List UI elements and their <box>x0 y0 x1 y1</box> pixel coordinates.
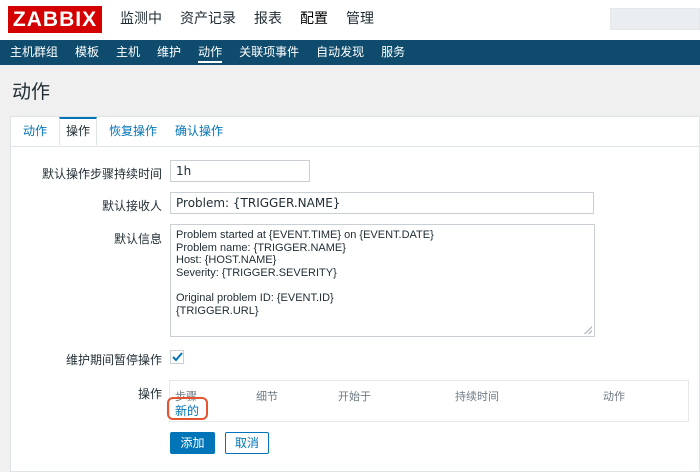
sub-menu-bar: 主机群组 模板 主机 维护 动作 关联项事件 自动发现 服务 <box>0 40 700 65</box>
cancel-button[interactable]: 取消 <box>225 432 269 454</box>
main-menu-configuration[interactable]: 配置 <box>300 9 328 29</box>
tab-acknowledge-operations[interactable]: 确认操作 <box>169 117 229 147</box>
resize-grip-icon[interactable] <box>584 326 592 334</box>
sub-menu-hosts[interactable]: 主机 <box>116 40 140 65</box>
sub-menu-host-groups[interactable]: 主机群组 <box>10 40 58 65</box>
subject-label: 默认接收人 <box>101 199 162 213</box>
pause-checkbox[interactable] <box>170 350 184 364</box>
col-duration: 持续时间 <box>455 390 499 403</box>
top-bar: ZABBIX 监测中 资产记录 报表 配置 管理 <box>0 0 700 40</box>
step-duration-field[interactable]: 1h <box>170 160 310 182</box>
search-input[interactable] <box>610 8 700 30</box>
checkmark-icon <box>172 352 183 362</box>
highlight-annotation <box>167 397 208 420</box>
subject-field[interactable]: Problem: {TRIGGER.NAME} <box>170 192 594 214</box>
operations-label: 操作 <box>137 387 162 401</box>
main-menu: 监测中 资产记录 报表 配置 管理 <box>120 9 392 29</box>
col-start-in: 开始于 <box>338 390 371 403</box>
main-menu-monitoring[interactable]: 监测中 <box>120 9 162 29</box>
sub-menu-actions[interactable]: 动作 <box>198 40 223 65</box>
sub-menu-maintenance[interactable]: 维护 <box>157 40 181 65</box>
main-menu-reports[interactable]: 报表 <box>254 9 282 29</box>
step-duration-label: 默认操作步骤持续时间 <box>41 167 162 181</box>
main-menu-administration[interactable]: 管理 <box>346 9 374 29</box>
sub-menu-correlation[interactable]: 关联项事件 <box>239 40 299 65</box>
tab-recovery-operations[interactable]: 恢复操作 <box>103 117 163 147</box>
sub-menu-discovery[interactable]: 自动发现 <box>316 40 364 65</box>
message-text: Problem started at {EVENT.TIME} on {EVEN… <box>176 229 434 317</box>
message-label: 默认信息 <box>113 232 162 246</box>
pause-label: 维护期间暂停操作 <box>65 353 162 367</box>
message-textarea[interactable]: Problem started at {EVENT.TIME} on {EVEN… <box>170 224 595 337</box>
sub-menu: 主机群组 模板 主机 维护 动作 关联项事件 自动发现 服务 <box>10 40 422 65</box>
col-details: 细节 <box>256 390 278 403</box>
sub-menu-templates[interactable]: 模板 <box>75 40 99 65</box>
page-title: 动作 <box>12 81 51 103</box>
tab-bar: 动作 操作 恢复操作 确认操作 <box>11 117 229 147</box>
add-button[interactable]: 添加 <box>170 432 215 454</box>
tab-action[interactable]: 动作 <box>17 117 53 147</box>
tab-divider <box>11 146 699 147</box>
zabbix-logo[interactable]: ZABBIX <box>8 6 102 33</box>
main-menu-inventory[interactable]: 资产记录 <box>180 9 236 29</box>
col-action: 动作 <box>603 390 625 403</box>
tab-operations[interactable]: 操作 <box>59 117 98 145</box>
operations-table: 步骤 细节 开始于 持续时间 动作 <box>169 380 689 422</box>
sub-menu-services[interactable]: 服务 <box>381 40 405 65</box>
